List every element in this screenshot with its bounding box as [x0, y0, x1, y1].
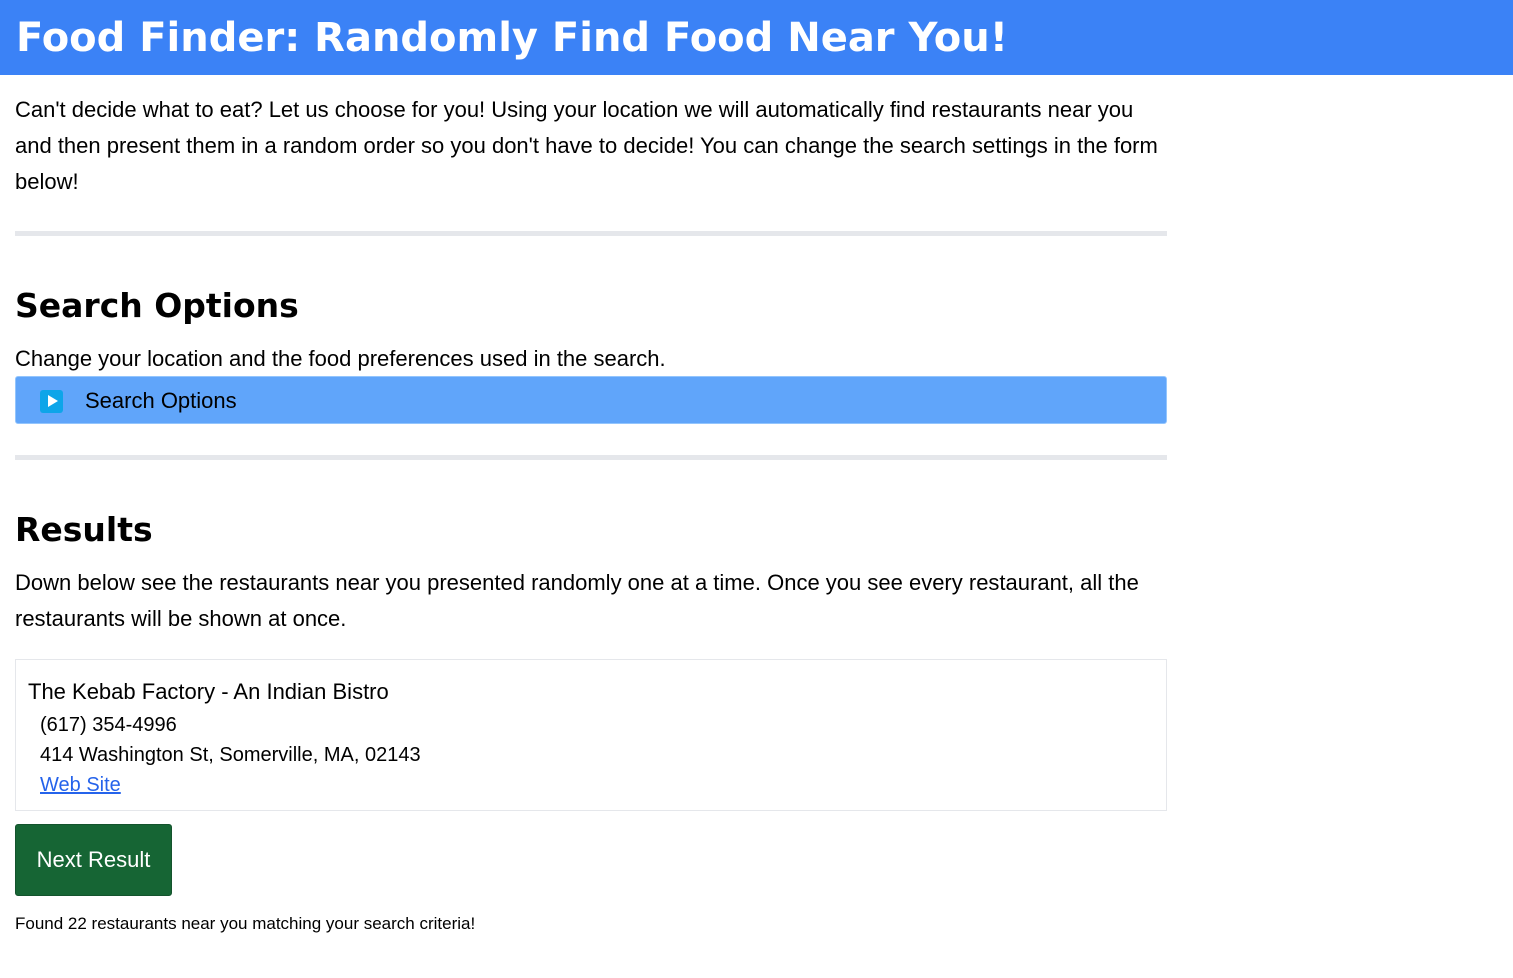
search-options-description: Change your location and the food prefer…: [15, 346, 666, 371]
next-result-button[interactable]: Next Result: [15, 824, 172, 896]
restaurant-website-link[interactable]: Web Site: [40, 774, 121, 796]
page-title: Food Finder: Randomly Find Food Near You…: [16, 15, 1008, 61]
page-header: Food Finder: Randomly Find Food Near You…: [0, 0, 1513, 75]
divider-top: [15, 231, 1167, 236]
results-heading: Results: [15, 510, 153, 549]
results-count-message: Found 22 restaurants near you matching y…: [15, 914, 476, 933]
divider-middle: [15, 455, 1167, 460]
restaurant-address: 414 Washington St, Somerville, MA, 02143: [40, 744, 421, 766]
restaurant-result-card: The Kebab Factory - An Indian Bistro (61…: [15, 659, 1167, 811]
restaurant-phone: (617) 354-4996: [40, 714, 177, 736]
intro-text: Can't decide what to eat? Let us choose …: [15, 97, 1158, 194]
search-options-toggle[interactable]: Search Options: [15, 376, 1167, 424]
restaurant-name: The Kebab Factory - An Indian Bistro: [28, 679, 389, 704]
search-options-toggle-label: Search Options: [85, 388, 237, 413]
results-description: Down below see the restaurants near you …: [15, 570, 1139, 631]
play-icon: [40, 390, 63, 413]
search-options-heading: Search Options: [15, 286, 299, 325]
intro-section: Can't decide what to eat? Let us choose …: [15, 92, 1167, 200]
